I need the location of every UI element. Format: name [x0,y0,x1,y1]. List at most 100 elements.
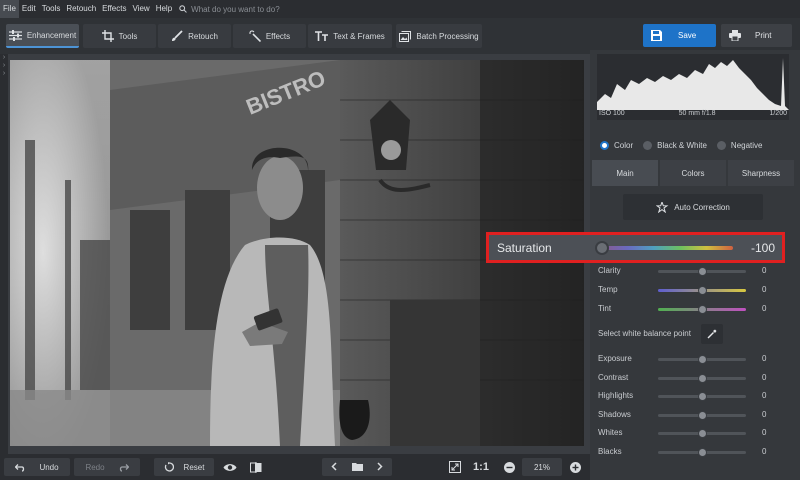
adjust-shadows-slider[interactable]: Shadows 0 [598,408,768,422]
slider-knob[interactable] [697,429,707,439]
next-image-button[interactable] [370,461,390,473]
subtab-main[interactable]: Main [592,160,658,186]
zoom-in-button[interactable] [566,458,584,476]
auto-correction-button[interactable]: Auto Correction [623,194,763,220]
reset-label: Reset [183,462,205,472]
adjust-temp-slider[interactable]: Temp 0 [598,283,768,297]
adjust-contrast-slider[interactable]: Contrast 0 [598,371,768,385]
save-label: Save [678,31,697,40]
chevron-right-icon: › [2,70,6,77]
menu-file[interactable]: File [0,0,19,18]
slider-label: Blacks [598,447,622,456]
tab-effects[interactable]: Effects [233,24,306,48]
slider-track[interactable] [658,373,746,383]
slider-track[interactable] [658,392,746,402]
white-balance-row: Select white balance point [598,324,798,344]
auto-magic-icon [656,201,669,213]
slider-knob[interactable] [697,305,707,314]
tab-batch-processing-label: Batch Processing [416,31,479,41]
auto-correction-label: Auto Correction [674,202,730,212]
slider-knob[interactable] [697,448,707,457]
menu-view[interactable]: View [129,0,152,18]
slider-knob[interactable] [697,373,707,383]
tab-enhancement[interactable]: Enhancement [6,24,79,48]
chevron-left-icon [331,461,337,471]
brush-icon [172,30,183,41]
chevron-right-icon [377,461,383,471]
tab-effects-label: Effects [265,31,291,41]
redo-button[interactable]: Redo [74,458,140,476]
slider-track[interactable] [658,355,746,364]
menu-edit[interactable]: Edit [19,0,39,18]
saturation-knob[interactable] [595,241,609,255]
eyedropper-icon [707,329,717,339]
tab-enhancement-label: Enhancement [26,30,77,40]
tab-batch-processing[interactable]: Batch Processing [396,24,482,48]
saturation-slider-row[interactable]: Saturation -100 [486,232,785,263]
menu-retouch[interactable]: Retouch [63,0,99,18]
adjustments-panel: ISO 100 50 mm f/1.8 1/200 Color Black & … [590,50,800,480]
color-mode-negative[interactable]: Negative [716,140,763,150]
zoom-value[interactable]: 21% [522,458,562,476]
tab-tools[interactable]: Tools [83,24,156,48]
slider-label: Whites [598,428,623,438]
slider-label: Clarity [598,266,621,275]
slider-track[interactable] [658,410,746,420]
fit-to-screen-button[interactable] [446,458,464,476]
adjust-highlights-slider[interactable]: Highlights 0 [598,389,768,403]
color-mode-bw[interactable]: Black & White [643,140,707,150]
open-folder-button[interactable] [344,462,370,473]
subtab-colors[interactable]: Colors [660,160,726,186]
slider-track[interactable] [658,448,746,457]
redo-icon [119,463,129,472]
tab-text-frames[interactable]: Text & Frames [308,24,392,48]
slider-value: 0 [762,391,767,401]
slider-knob[interactable] [697,267,707,276]
menu-bar: File Edit Tools Retouch Effects View Hel… [0,0,800,18]
slider-track[interactable] [658,305,746,314]
histogram-graph [597,58,789,110]
search-box[interactable]: What do you want to do? [179,5,280,14]
save-button[interactable]: Save [643,24,716,47]
tab-text-frames-label: Text & Frames [333,31,385,41]
white-balance-label: Select white balance point [598,329,691,338]
compare-icon [250,461,262,473]
slider-track[interactable] [658,267,746,276]
slider-knob[interactable] [697,392,707,402]
reset-button[interactable]: Reset [154,458,214,476]
adjust-tint-slider[interactable]: Tint 0 [598,302,768,316]
menu-tools[interactable]: Tools [39,0,64,18]
slider-label: Temp [598,285,618,294]
slider-label: Shadows [598,409,631,419]
color-mode-color[interactable]: Color [600,140,634,150]
slider-knob[interactable] [697,355,707,364]
actual-size-button[interactable]: 1:1 [470,458,492,476]
tab-retouch[interactable]: Retouch [158,24,231,48]
preview-toggle-button[interactable] [220,458,240,476]
eyedropper-button[interactable] [701,324,723,344]
adjust-exposure-slider[interactable]: Exposure 0 [598,352,768,366]
prev-image-button[interactable] [324,461,344,473]
tab-tools-label: Tools [118,31,138,41]
slider-track[interactable] [658,429,746,439]
undo-icon [15,463,25,472]
left-panel-strip[interactable]: › › › [0,54,8,454]
color-mode-color-label: Color [614,140,634,150]
folder-icon [351,462,363,471]
adjust-whites-slider[interactable]: Whites 0 [598,426,768,440]
slider-knob[interactable] [697,410,707,420]
subtab-sharpness[interactable]: Sharpness [728,160,794,186]
slider-track[interactable] [658,286,746,295]
menu-help[interactable]: Help [153,0,175,18]
batch-icon [399,30,412,42]
print-button[interactable]: Print [721,24,792,47]
undo-button[interactable]: Undo [4,458,70,476]
slider-knob[interactable] [697,286,707,295]
saturation-track[interactable] [601,246,733,250]
menu-effects[interactable]: Effects [99,0,129,18]
adjust-blacks-slider[interactable]: Blacks 0 [598,445,768,459]
print-label: Print [755,31,772,40]
compare-button[interactable] [246,458,266,476]
zoom-out-button[interactable] [500,458,518,476]
adjust-clarity-slider[interactable]: Clarity 0 [598,264,768,278]
